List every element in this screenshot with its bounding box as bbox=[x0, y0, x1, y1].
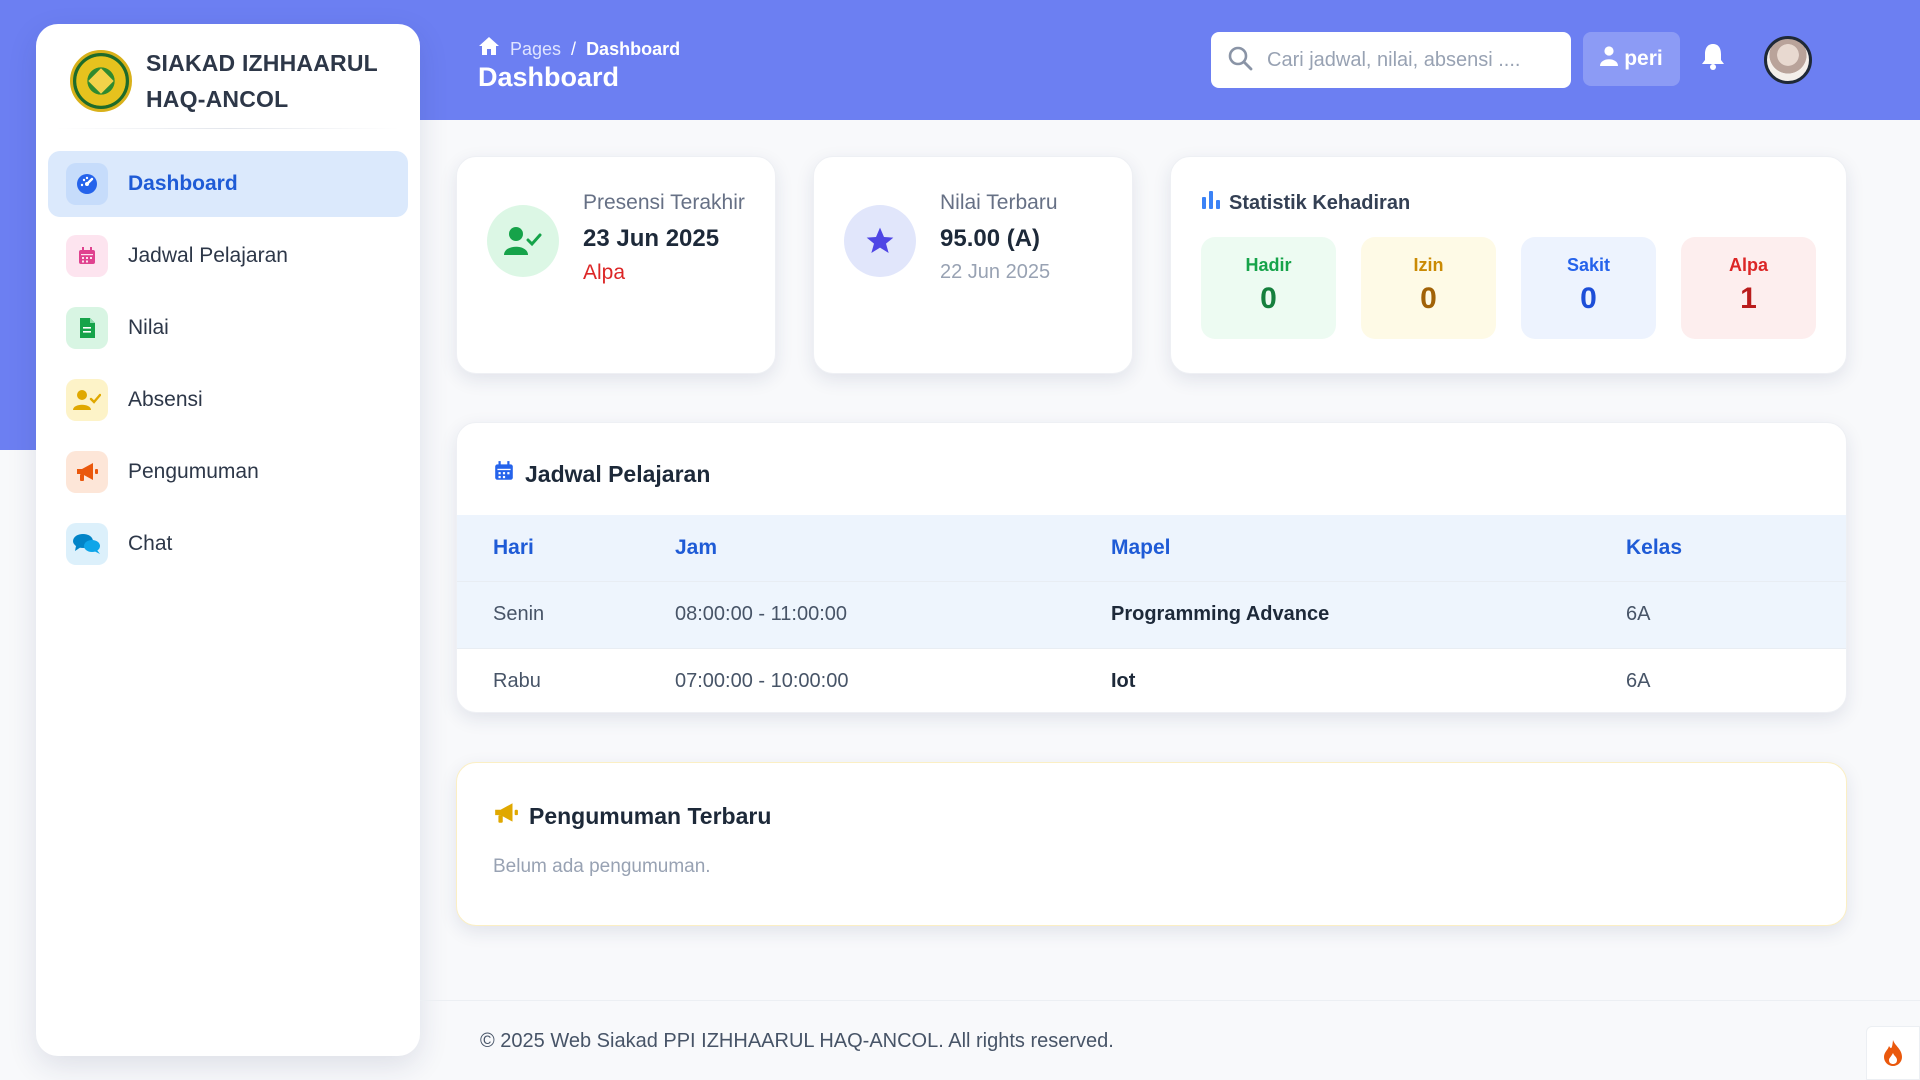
announcement-empty-text: Belum ada pengumuman. bbox=[493, 856, 711, 877]
calendar-icon bbox=[66, 235, 108, 277]
megaphone-icon bbox=[66, 451, 108, 493]
sidebar-item-jadwal[interactable]: Jadwal Pelajaran bbox=[48, 223, 408, 289]
sidebar-item-label: Pengumuman bbox=[128, 460, 259, 483]
sidebar-item-label: Jadwal Pelajaran bbox=[128, 244, 288, 267]
sidebar-item-label: Absensi bbox=[128, 388, 203, 411]
star-icon bbox=[844, 205, 916, 277]
column-header[interactable]: Mapel bbox=[1111, 515, 1626, 581]
sidebar: SIAKAD IZHHAARUL HAQ-ANCOL Dashboard Jad… bbox=[36, 24, 420, 1056]
presensi-label: Presensi Terakhir bbox=[583, 191, 745, 214]
nilai-card: Nilai Terbaru 95.00 (A) 22 Jun 2025 bbox=[813, 156, 1133, 374]
sakit-value: 0 bbox=[1580, 282, 1597, 315]
user-name: peri bbox=[1624, 47, 1663, 70]
brand[interactable]: SIAKAD IZHHAARUL HAQ-ANCOL bbox=[36, 24, 420, 122]
presensi-card: Presensi Terakhir 23 Jun 2025 Alpa bbox=[456, 156, 776, 374]
hadir-stat: Hadir 0 bbox=[1201, 237, 1336, 339]
nilai-label: Nilai Terbaru bbox=[940, 191, 1058, 214]
sidebar-item-label: Dashboard bbox=[128, 172, 238, 195]
avatar[interactable] bbox=[1764, 36, 1812, 84]
footer-divider bbox=[420, 1000, 1920, 1001]
user-check-icon bbox=[66, 379, 108, 421]
hadir-value: 0 bbox=[1260, 282, 1277, 315]
sidebar-item-label: Chat bbox=[128, 532, 173, 555]
sidebar-item-pengumuman[interactable]: Pengumuman bbox=[48, 439, 408, 505]
column-header[interactable]: Kelas bbox=[1626, 515, 1846, 581]
presensi-status: Alpa bbox=[583, 261, 626, 284]
document-icon bbox=[66, 307, 108, 349]
page-title: Dashboard bbox=[478, 62, 620, 92]
kehadiran-card: Statistik Kehadiran Hadir 0 Izin 0 Sakit… bbox=[1170, 156, 1847, 374]
kehadiran-title: Statistik Kehadiran bbox=[1229, 191, 1411, 214]
announcement-title: Pengumuman Terbaru bbox=[529, 803, 772, 829]
sidebar-item-label: Nilai bbox=[128, 316, 169, 339]
alpa-value: 1 bbox=[1740, 282, 1757, 315]
cell-hari: Rabu bbox=[457, 647, 675, 712]
alpa-label: Alpa bbox=[1728, 255, 1768, 275]
hadir-label: Hadir bbox=[1245, 255, 1292, 275]
sakit-stat: Sakit 0 bbox=[1521, 237, 1656, 339]
sidebar-nav: Dashboard Jadwal Pelajaran Nilai Absensi… bbox=[36, 129, 420, 577]
sakit-label: Sakit bbox=[1566, 255, 1611, 275]
column-header[interactable]: Hari bbox=[457, 515, 675, 581]
dashboard-icon bbox=[66, 163, 108, 205]
schedule-title: Jadwal Pelajaran bbox=[525, 460, 711, 487]
schedule-table: Hari Jam Mapel Kelas Senin 08:00:00 - 11… bbox=[457, 515, 1846, 712]
user-icon bbox=[1600, 46, 1619, 72]
search-input[interactable] bbox=[1267, 48, 1537, 72]
izin-label: Izin bbox=[1413, 255, 1444, 275]
cell-mapel: Iot bbox=[1111, 647, 1626, 712]
nilai-date: 22 Jun 2025 bbox=[940, 261, 1051, 283]
breadcrumb: Pages / Dashboard bbox=[478, 36, 680, 62]
cell-kelas: 6A bbox=[1626, 580, 1846, 648]
sidebar-item-absensi[interactable]: Absensi bbox=[48, 367, 408, 433]
presensi-date: 23 Jun 2025 bbox=[583, 225, 720, 252]
user-menu-button[interactable]: peri bbox=[1583, 32, 1680, 86]
megaphone-icon bbox=[493, 801, 519, 832]
nilai-value: 95.00 (A) bbox=[940, 225, 1041, 252]
sidebar-item-nilai[interactable]: Nilai bbox=[48, 295, 408, 361]
izin-value: 0 bbox=[1420, 282, 1437, 315]
bar-chart-icon bbox=[1201, 191, 1221, 215]
brand-name: SIAKAD IZHHAARUL HAQ-ANCOL bbox=[146, 50, 378, 112]
schedule-card: Jadwal Pelajaran Hari Jam Mapel Kelas Se… bbox=[456, 422, 1847, 713]
cell-mapel: Programming Advance bbox=[1111, 580, 1626, 648]
search-icon bbox=[1227, 45, 1253, 75]
user-check-icon bbox=[487, 205, 559, 277]
table-header-row: Hari Jam Mapel Kelas bbox=[457, 515, 1846, 581]
search-box[interactable] bbox=[1211, 32, 1571, 88]
cell-hari: Senin bbox=[457, 580, 675, 648]
table-row[interactable]: Rabu 07:00:00 - 10:00:00 Iot 6A bbox=[457, 647, 1846, 712]
school-logo bbox=[70, 50, 132, 112]
announcement-card: Pengumuman Terbaru Belum ada pengumuman. bbox=[456, 762, 1847, 926]
table-row[interactable]: Senin 08:00:00 - 11:00:00 Programming Ad… bbox=[457, 580, 1846, 648]
breadcrumb-current: Dashboard bbox=[586, 38, 681, 59]
breadcrumb-root[interactable]: Pages bbox=[510, 39, 561, 60]
sidebar-item-chat[interactable]: Chat bbox=[48, 511, 408, 577]
home-icon[interactable] bbox=[478, 36, 500, 62]
chat-icon bbox=[66, 523, 108, 565]
bell-icon[interactable] bbox=[1700, 42, 1726, 77]
alpa-stat: Alpa 1 bbox=[1681, 237, 1816, 339]
izin-stat: Izin 0 bbox=[1361, 237, 1496, 339]
column-header[interactable]: Jam bbox=[675, 515, 1111, 581]
flame-icon[interactable] bbox=[1866, 1026, 1920, 1080]
sidebar-item-dashboard[interactable]: Dashboard bbox=[48, 151, 408, 217]
cell-kelas: 6A bbox=[1626, 647, 1846, 712]
cell-jam: 08:00:00 - 11:00:00 bbox=[675, 580, 1111, 648]
calendar-icon bbox=[493, 460, 515, 489]
footer-text: © 2025 Web Siakad PPI IZHHAARUL HAQ-ANCO… bbox=[480, 1030, 1114, 1052]
cell-jam: 07:00:00 - 10:00:00 bbox=[675, 647, 1111, 712]
breadcrumb-separator: / bbox=[571, 38, 577, 59]
